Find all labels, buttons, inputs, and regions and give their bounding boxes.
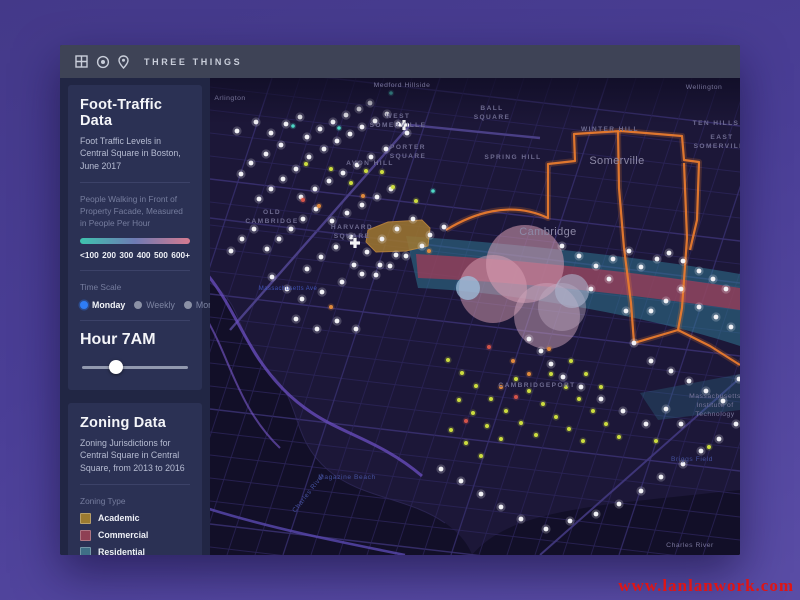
hour-slider[interactable] <box>82 360 188 374</box>
zone-swatch-commercial <box>80 530 91 541</box>
zone-swatch-residential <box>80 547 91 555</box>
zoning-panel: Zoning Data Zoning Jurisdictions for Cen… <box>68 403 202 555</box>
map-label: CAMBRIDGEPORT <box>498 382 575 389</box>
radio-dot-icon <box>184 301 192 309</box>
map-label: Arlington <box>214 95 245 102</box>
top-bar: THREE THINGS <box>60 45 740 78</box>
time-scale-options: MondayWeeklyMonthly <box>80 300 190 310</box>
map-label: AVON HILL <box>346 160 394 167</box>
radio-dot-icon <box>134 301 142 309</box>
radio-dot-icon <box>80 301 88 309</box>
map-label: TEN HILLS <box>693 120 740 127</box>
divider <box>80 484 190 485</box>
foot-traffic-panel: Foot-Traffic Data Foot Traffic Levels in… <box>68 85 202 390</box>
foot-traffic-legend-label: People Walking in Front of Property Faca… <box>80 193 190 229</box>
zone-label: Academic <box>98 513 140 523</box>
zoning-title: Zoning Data <box>80 415 190 431</box>
divider <box>80 182 190 183</box>
map-canvas[interactable]: Medford HillsideArlingtonWESTSOMERVILLEB… <box>210 78 740 555</box>
zoning-legend-row: Commercial <box>80 530 190 541</box>
time-option-label: Weekly <box>146 300 175 310</box>
map-pin-icon[interactable] <box>116 54 131 69</box>
map-label: Wellington <box>686 84 723 91</box>
sidebar: Foot-Traffic Data Foot Traffic Levels in… <box>60 78 210 555</box>
map-svg: Medford HillsideArlingtonWESTSOMERVILLEB… <box>210 78 740 555</box>
scale-tick: 400 <box>137 250 151 260</box>
scale-tick: 300 <box>119 250 133 260</box>
scale-tick: 200 <box>102 250 116 260</box>
map-label: PORTERSQUARE <box>390 144 427 160</box>
map-label: SPRING HILL <box>484 154 541 161</box>
map-label: MassachusettsInstitute ofTechnology <box>689 393 740 418</box>
map-label: Magazine Beach <box>318 474 376 481</box>
time-option-weekly[interactable]: Weekly <box>134 300 175 310</box>
map-label: Somerville <box>589 155 644 167</box>
map-label: Briggs Field <box>671 456 713 463</box>
map-label: Charles River <box>666 542 714 549</box>
time-option-label: Monday <box>92 300 125 310</box>
target-icon[interactable] <box>95 54 110 69</box>
time-scale-label: Time Scale <box>80 281 190 293</box>
foot-traffic-subtitle: Foot Traffic Levels in Central Square in… <box>80 135 190 172</box>
scale-tick: 600+ <box>171 250 190 260</box>
zoning-type-label: Zoning Type <box>80 495 190 507</box>
scale-tick: 500 <box>154 250 168 260</box>
zone-swatch-academic <box>80 513 91 524</box>
zoning-subtitle: Zoning Jurisdictions for Central Square … <box>80 437 190 474</box>
watermark: www.lanlanwork.com <box>618 576 794 596</box>
zoning-legend-row: Residential <box>80 547 190 555</box>
map-label: Massachusetts Ave <box>259 286 318 292</box>
grid-icon[interactable] <box>74 54 89 69</box>
brand-title: THREE THINGS <box>144 57 242 67</box>
traffic-scale-ticks: <100200300 400500600+ <box>80 250 190 260</box>
hour-slider-track[interactable] <box>82 366 188 369</box>
map-label: Medford Hillside <box>374 82 431 89</box>
time-option-monday[interactable]: Monday <box>80 300 125 310</box>
app-window: THREE THINGS Foot-Traffic Data Foot Traf… <box>60 45 740 555</box>
zoning-legend: Academic Commercial Residential <box>80 513 190 555</box>
scale-tick: <100 <box>80 250 99 260</box>
hour-slider-thumb[interactable] <box>109 360 123 374</box>
map-label: Cambridge <box>519 226 576 238</box>
zoning-legend-row: Academic <box>80 513 190 524</box>
zone-label: Commercial <box>98 530 148 540</box>
traffic-gradient-bar <box>80 238 190 244</box>
zone-label: Residential <box>98 547 145 555</box>
hour-label: Hour 7AM <box>80 331 190 349</box>
map-label: HARVARDSQUARE <box>331 224 373 240</box>
foot-traffic-title: Foot-Traffic Data <box>80 97 190 129</box>
map-label: WINTER HILL <box>581 126 639 133</box>
divider <box>80 270 190 271</box>
divider <box>80 320 190 321</box>
